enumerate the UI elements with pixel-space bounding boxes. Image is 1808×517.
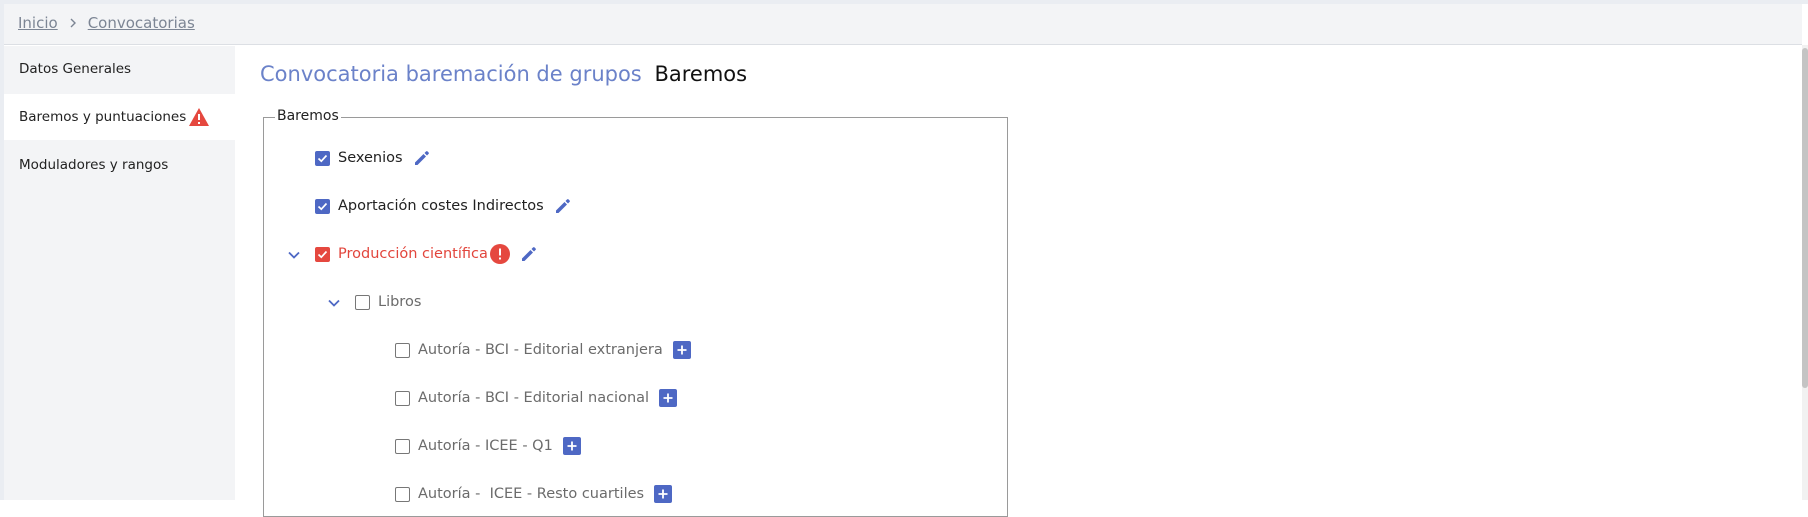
- edit-pencil-icon[interactable]: [412, 148, 432, 168]
- tree-row-label: Libros: [378, 294, 422, 310]
- sexenios-checkbox[interactable]: [315, 150, 330, 166]
- produccion-cientifica-checkbox[interactable]: [315, 246, 330, 262]
- plus-icon: [658, 489, 668, 499]
- add-button[interactable]: [659, 389, 678, 407]
- tree-row-aportacion-costes-indirectos: Aportación costes Indirectos: [315, 194, 573, 218]
- tree-row-autoria-icee-q1: Autoría - ICEE - Q1: [395, 434, 581, 458]
- add-button[interactable]: [562, 437, 581, 455]
- check-icon: [317, 154, 328, 162]
- breadcrumb-link-convocatorias[interactable]: Convocatorias: [88, 14, 195, 32]
- page-title-main: Convocatoria baremación de grupos: [260, 62, 642, 86]
- libros-checkbox[interactable]: [355, 294, 370, 310]
- chevron-down-icon[interactable]: [326, 295, 342, 311]
- sidebar: Datos Generales Baremos y puntuaciones M…: [4, 46, 235, 500]
- autoria-icee-q1-checkbox[interactable]: [395, 438, 410, 454]
- autoria-icee-resto-cuartiles-checkbox[interactable]: [395, 486, 410, 502]
- sidebar-item-datos-generales[interactable]: Datos Generales: [4, 46, 235, 92]
- check-icon: [317, 202, 328, 210]
- plus-icon: [567, 441, 577, 451]
- check-icon: [317, 250, 328, 258]
- tree-row-label: Autoría - ICEE - Q1: [418, 438, 553, 454]
- breadcrumb-link-inicio[interactable]: Inicio: [18, 14, 58, 32]
- sidebar-item-baremos-y-puntuaciones[interactable]: Baremos y puntuaciones: [4, 94, 235, 140]
- warning-icon: [189, 108, 210, 126]
- autoria-bci-editorial-extranjera-checkbox[interactable]: [395, 342, 410, 358]
- tree-row-label: Autoría - BCI - Editorial nacional: [418, 390, 650, 406]
- baremos-fieldset: [263, 117, 1008, 517]
- tree-row-sexenios: Sexenios: [315, 146, 432, 170]
- edit-pencil-icon[interactable]: [519, 244, 539, 264]
- autoria-bci-editorial-nacional-checkbox[interactable]: [395, 390, 410, 406]
- page-title: Convocatoria baremación de grupos Baremo…: [260, 62, 747, 86]
- baremos-legend: Baremos: [275, 108, 341, 124]
- edit-pencil-icon[interactable]: [553, 196, 573, 216]
- tree-row-autoria-icee-resto-cuartiles: Autoría - ICEE - Resto cuartiles: [395, 482, 673, 506]
- error-icon: [489, 244, 510, 264]
- tree-row-label: Aportación costes Indirectos: [338, 198, 544, 214]
- sidebar-item-label: Datos Generales: [19, 61, 132, 77]
- breadcrumb-bar: Inicio Convocatorias: [4, 4, 1802, 45]
- tree-row-label: Sexenios: [338, 150, 403, 166]
- chevron-down-icon[interactable]: [286, 247, 302, 263]
- chevron-right-icon: [70, 18, 76, 28]
- scrollbar-thumb[interactable]: [1802, 48, 1808, 388]
- sidebar-item-moduladores-y-rangos[interactable]: Moduladores y rangos: [4, 142, 235, 188]
- tree-row-label: Producción científica: [338, 246, 488, 262]
- tree-row-autoria-bci-editorial-extranjera: Autoría - BCI - Editorial extranjera: [395, 338, 691, 362]
- add-button[interactable]: [654, 485, 673, 503]
- aportacion-costes-indirectos-checkbox[interactable]: [315, 198, 330, 214]
- tree-row-libros: Libros: [355, 290, 421, 314]
- tree-row-label: Autoría - BCI - Editorial extranjera: [418, 342, 663, 358]
- tree-row-autoria-bci-editorial-nacional: Autoría - BCI - Editorial nacional: [395, 386, 678, 410]
- sidebar-item-label: Moduladores y rangos: [19, 157, 169, 173]
- add-button[interactable]: [672, 341, 691, 359]
- tree-row-produccion-cientifica: Producción científica: [315, 242, 539, 266]
- page-title-section: Baremos: [654, 62, 748, 86]
- sidebar-item-label: Baremos y puntuaciones: [19, 109, 187, 125]
- plus-icon: [677, 345, 687, 355]
- breadcrumb: Inicio Convocatorias: [18, 14, 195, 32]
- plus-icon: [663, 393, 673, 403]
